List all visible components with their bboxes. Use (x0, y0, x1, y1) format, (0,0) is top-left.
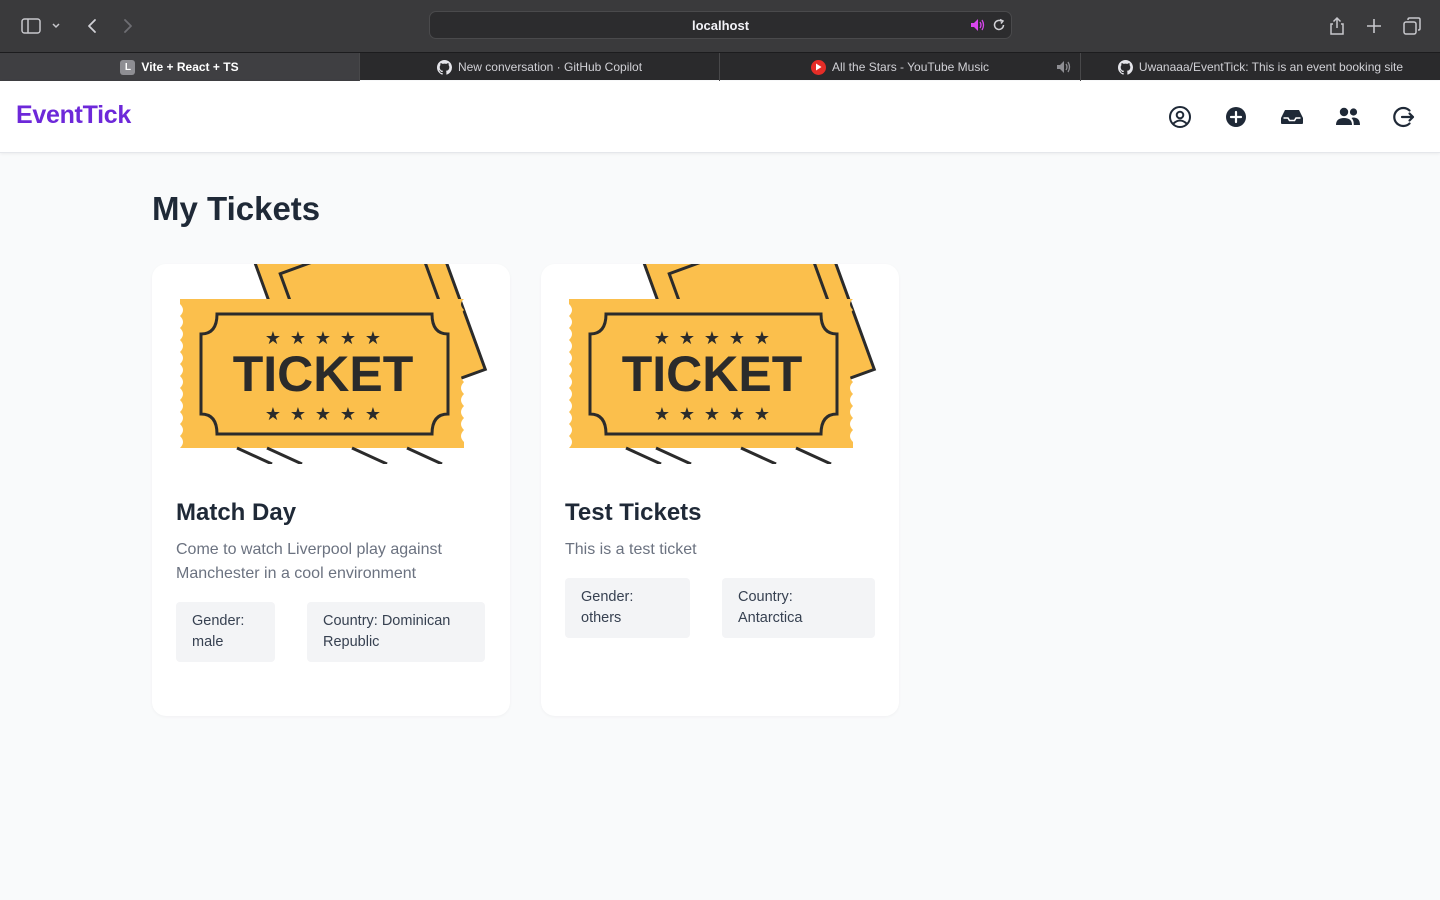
plus-icon (1367, 19, 1381, 33)
tab-label: Uwanaaa/EventTick: This is an event book… (1138, 60, 1404, 74)
ticket-title: Test Tickets (565, 499, 702, 526)
youtube-music-icon (811, 59, 827, 75)
profile-icon (1169, 106, 1191, 128)
back-button[interactable] (80, 12, 104, 40)
address-bar[interactable]: localhost (429, 11, 1012, 39)
share-button[interactable] (1325, 12, 1349, 40)
ticket-image: TICKET (152, 264, 510, 464)
tab-speaker-icon[interactable] (1056, 60, 1072, 74)
tab-label: Vite + React + TS (141, 60, 239, 74)
profile-button[interactable] (1166, 103, 1194, 131)
tab-overview-button[interactable] (1400, 12, 1424, 40)
ticket-image: TICKET (541, 264, 899, 464)
ticket-description: This is a test ticket (565, 541, 697, 558)
ticket-card[interactable]: TICKET Test Tickets This is a test ticke… (541, 264, 899, 716)
url-text[interactable]: localhost (430, 18, 1011, 33)
tab-eventtick-repo[interactable]: Uwanaaa/EventTick: This is an event book… (1080, 53, 1440, 81)
inbox-icon (1281, 110, 1303, 124)
tabs-overview-icon (1403, 17, 1421, 35)
gender-badge: Gender: male (176, 602, 275, 662)
users-button[interactable] (1334, 103, 1362, 131)
gender-badge: Gender: others (565, 578, 690, 638)
page-title: My Tickets (152, 190, 321, 227)
tab-copilot[interactable]: New conversation · GitHub Copilot (359, 53, 719, 81)
github-icon (436, 59, 452, 75)
ticket-title: Match Day (176, 499, 297, 526)
sidebar-icon (21, 18, 60, 34)
tab-vite[interactable]: L Vite + React + TS (0, 53, 359, 81)
github-icon (1117, 59, 1133, 75)
logout-icon (1393, 106, 1415, 128)
ticket-image-text: TICKET (233, 346, 414, 402)
add-event-icon (1226, 107, 1246, 127)
sidebar-toggle-button[interactable] (18, 12, 64, 40)
country-badge: Country: Antarctica (722, 578, 875, 638)
ticket-card[interactable]: TICKET Match Day Come to watch Liverpool… (152, 264, 510, 716)
browser-toolbar: localhost (0, 0, 1440, 52)
ticket-description: Come to watch Liverpool play against Man… (176, 541, 442, 582)
create-event-button[interactable] (1222, 103, 1250, 131)
new-tab-button[interactable] (1362, 12, 1386, 40)
app-header: EventTick (0, 81, 1440, 153)
tab-label: New conversation · GitHub Copilot (457, 60, 643, 74)
speaker-icon[interactable] (970, 18, 986, 32)
forward-button[interactable] (116, 12, 140, 40)
logout-button[interactable] (1390, 103, 1418, 131)
tab-bar: L Vite + React + TS New conversation · G… (0, 52, 1440, 81)
tab-youtube-music[interactable]: All the Stars - YouTube Music (719, 53, 1080, 81)
chevron-left-icon (88, 19, 96, 33)
reload-icon[interactable] (992, 18, 1006, 32)
country-badge: Country: Dominican Republic (307, 602, 485, 662)
app-logo[interactable]: EventTick (16, 101, 131, 130)
ticket-image-text: TICKET (622, 346, 803, 402)
tab-label: All the Stars - YouTube Music (832, 60, 989, 74)
inbox-button[interactable] (1278, 103, 1306, 131)
users-icon (1336, 107, 1360, 125)
tab-favicon: L (120, 59, 136, 75)
chevron-right-icon (124, 19, 132, 33)
share-icon (1330, 16, 1344, 35)
